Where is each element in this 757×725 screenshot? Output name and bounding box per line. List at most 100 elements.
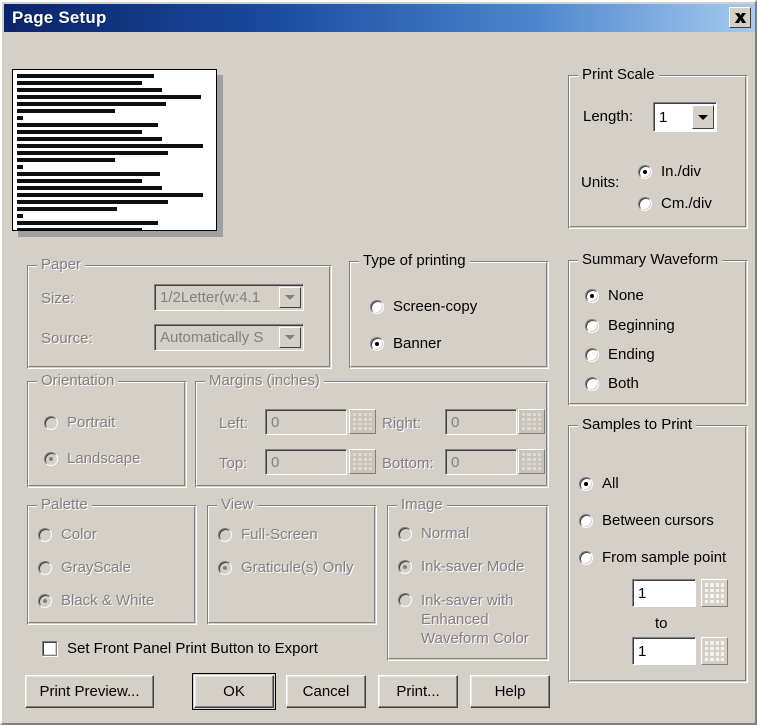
palette-option-label: Black & White (61, 592, 155, 609)
summary-option-both[interactable]: Both (585, 375, 639, 392)
margin-top-field[interactable]: 0 (265, 449, 347, 475)
image-option-ink-saver-mode[interactable]: Ink-saver Mode (398, 558, 524, 575)
summary-option-label: Both (608, 375, 639, 392)
keypad-icon (522, 453, 541, 470)
print-button-label: Print... (396, 683, 440, 700)
margin-top-label: Top: (219, 455, 248, 472)
orientation-option-landscape[interactable]: Landscape (44, 450, 140, 467)
margin-bottom-field[interactable]: 0 (445, 449, 517, 475)
summary-option-label: Ending (608, 346, 655, 363)
chevron-down-icon[interactable] (279, 287, 301, 308)
radio-dot (579, 513, 593, 528)
close-button[interactable] (729, 7, 751, 28)
samples-to-keypad-button[interactable] (701, 637, 728, 665)
margin-right-keypad-button[interactable] (518, 409, 545, 434)
set-front-panel-print-button-checkbox[interactable]: Set Front Panel Print Button to Export (42, 640, 318, 657)
margin-left-keypad-button[interactable] (349, 409, 376, 434)
radio-dot (370, 299, 384, 314)
samples-to-label: to (655, 615, 668, 632)
units-option-in-div[interactable]: In./div (638, 163, 701, 180)
length-combobox[interactable]: 1 (653, 102, 717, 132)
view-option-graticules-only[interactable]: Graticule(s) Only (218, 559, 354, 576)
samples-option-all[interactable]: All (579, 475, 619, 492)
image-option-normal[interactable]: Normal (398, 525, 469, 542)
margins-group: Margins (inches) Left: 0 Right: 0 Top: 0… (195, 372, 549, 488)
type-option-label: Banner (393, 335, 442, 352)
radio-dot (38, 593, 52, 608)
orientation-option-portrait[interactable]: Portrait (44, 414, 115, 431)
samples-option-label: From sample point (602, 549, 727, 566)
margin-left-field[interactable]: 0 (265, 409, 347, 435)
paper-source-combobox[interactable]: Automatically S (154, 324, 304, 351)
print-button[interactable]: Print... (378, 675, 458, 708)
units-option-cm-div[interactable]: Cm./div (638, 195, 712, 212)
keypad-icon (353, 453, 372, 470)
samples-to-print-group: Samples to Print All Between cursors Fro… (568, 416, 748, 683)
radio-dot (579, 550, 593, 565)
keypad-icon (705, 641, 724, 661)
help-button[interactable]: Help (470, 675, 550, 708)
ok-button-label: OK (223, 683, 245, 700)
margin-left-label: Left: (219, 415, 249, 432)
samples-option-from-sample-point[interactable]: From sample point (579, 549, 726, 566)
view-option-label: Graticule(s) Only (241, 559, 354, 576)
margin-right-label: Right: (382, 415, 422, 432)
samples-from-field[interactable]: 1 (632, 579, 696, 607)
image-option-label: Ink-saver Mode (421, 558, 525, 575)
summary-option-beginning[interactable]: Beginning (585, 317, 675, 334)
paper-size-value: 1/2Letter(w:4.1 (160, 289, 261, 306)
type-option-screen-copy[interactable]: Screen-copy (370, 298, 477, 315)
keypad-icon (705, 583, 724, 603)
radio-dot (579, 476, 593, 491)
palette-option-color[interactable]: Color (38, 526, 97, 543)
view-option-full-screen[interactable]: Full-Screen (218, 526, 318, 543)
type-of-printing-group: Type of printing Screen-copy Banner (349, 252, 549, 369)
samples-option-between-cursors[interactable]: Between cursors (579, 512, 714, 529)
samples-to-field[interactable]: 1 (632, 637, 696, 665)
print-preview-button[interactable]: Print Preview... (25, 675, 154, 708)
chevron-down-icon[interactable] (279, 327, 301, 348)
paper-size-combobox[interactable]: 1/2Letter(w:4.1 (154, 284, 304, 311)
radio-dot (218, 560, 232, 575)
help-button-label: Help (494, 683, 526, 700)
page-setup-dialog: Page Setup Print Scale Length: 1 Units: … (0, 0, 757, 725)
ok-button[interactable]: OK (192, 673, 276, 710)
paper-source-value: Automatically S (160, 329, 264, 346)
type-option-label: Screen-copy (393, 298, 478, 315)
palette-group: Palette Color GrayScale Black & White (27, 496, 197, 625)
title-bar: Page Setup (4, 4, 755, 32)
print-scale-group: Print Scale Length: 1 Units: In./div Cm.… (568, 66, 748, 229)
margins-legend: Margins (inches) (205, 372, 324, 389)
samples-to-value: 1 (638, 642, 647, 660)
samples-from-value: 1 (638, 584, 647, 602)
orientation-legend: Orientation (37, 372, 119, 389)
palette-option-label: GrayScale (61, 559, 132, 576)
paper-legend: Paper (37, 256, 86, 273)
samples-option-label: Between cursors (602, 512, 714, 529)
image-legend: Image (397, 496, 447, 513)
radio-dot (38, 527, 52, 542)
palette-option-grayscale[interactable]: GrayScale (38, 559, 131, 576)
chevron-down-icon[interactable] (692, 105, 714, 129)
margin-right-value: 0 (451, 413, 460, 431)
summary-option-none[interactable]: None (585, 287, 644, 304)
palette-legend: Palette (37, 496, 92, 513)
samples-option-label: All (602, 475, 619, 492)
image-option-ink-saver-enhanced[interactable]: Ink-saver with Enhanced Waveform Color (398, 591, 543, 648)
palette-option-black-and-white[interactable]: Black & White (38, 592, 154, 609)
length-label: Length: (583, 108, 634, 125)
samples-from-keypad-button[interactable] (701, 579, 728, 607)
margin-right-field[interactable]: 0 (445, 409, 517, 435)
orientation-option-label: Landscape (67, 450, 141, 467)
summary-option-ending[interactable]: Ending (585, 346, 655, 363)
margin-bottom-keypad-button[interactable] (518, 449, 545, 474)
cancel-button[interactable]: Cancel (286, 675, 366, 708)
margin-top-keypad-button[interactable] (349, 449, 376, 474)
orientation-option-label: Portrait (67, 414, 116, 431)
set-front-panel-print-button-label: Set Front Panel Print Button to Export (67, 640, 318, 657)
summary-option-label: None (608, 287, 644, 304)
margin-left-value: 0 (271, 413, 280, 431)
type-option-banner[interactable]: Banner (370, 335, 441, 352)
radio-dot (638, 196, 652, 211)
keypad-icon (353, 413, 372, 430)
